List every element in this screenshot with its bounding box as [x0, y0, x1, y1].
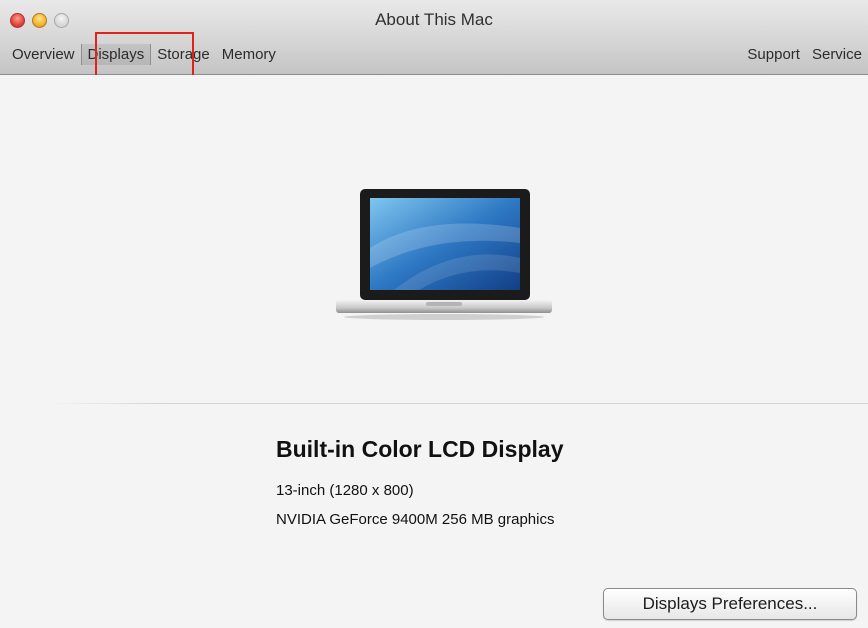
toolbar-right-tabs: Support Service — [741, 44, 868, 65]
display-graphics: NVIDIA GeForce 9400M 256 MB graphics — [276, 511, 555, 528]
display-name: Built-in Color LCD Display — [276, 436, 564, 462]
tab-overview[interactable]: Overview — [6, 44, 81, 65]
section-divider — [48, 403, 868, 404]
tab-service[interactable]: Service — [806, 44, 868, 65]
content-area — [0, 75, 868, 628]
window-title: About This Mac — [375, 10, 493, 29]
tab-memory[interactable]: Memory — [216, 44, 282, 65]
tab-support[interactable]: Support — [741, 44, 806, 65]
display-size: 13-inch (1280 x 800) — [276, 482, 414, 499]
laptop-icon — [336, 189, 552, 320]
displays-preferences-button[interactable]: Displays Preferences... — [603, 588, 857, 620]
